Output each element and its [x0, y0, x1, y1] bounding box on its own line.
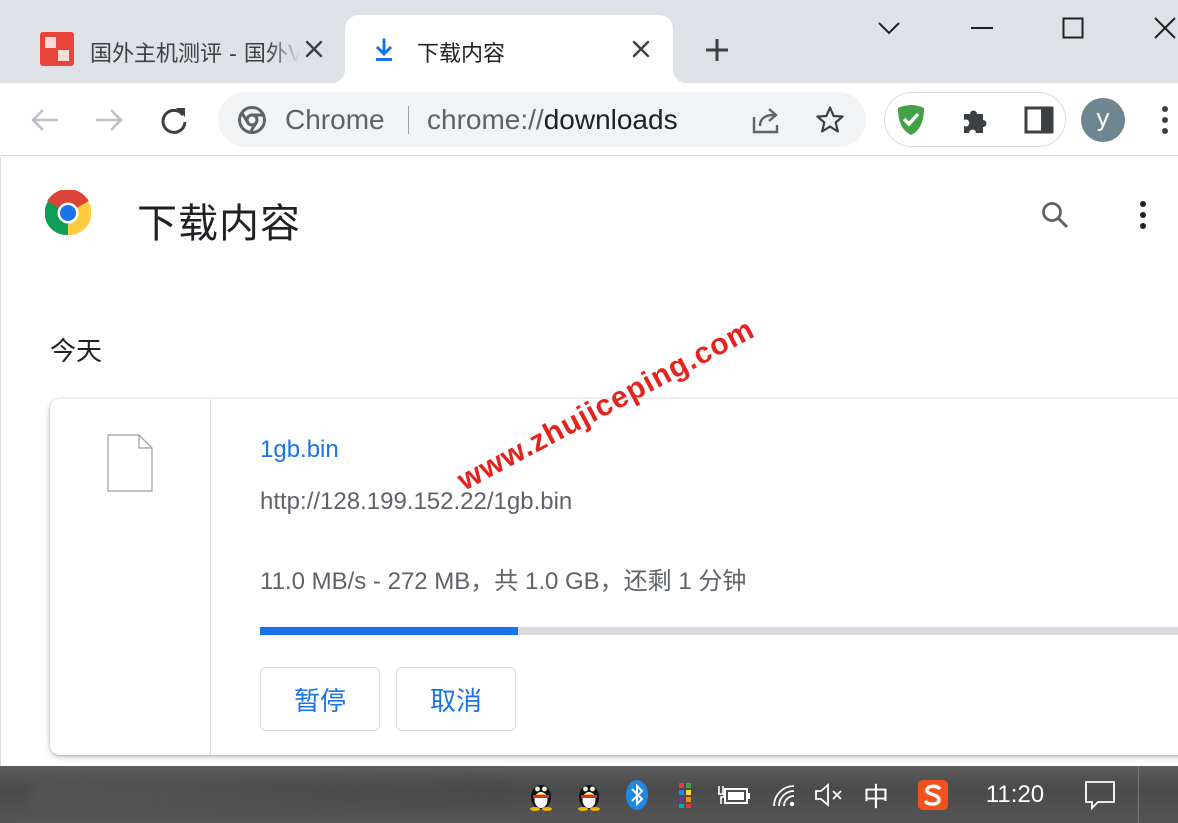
wifi-icon[interactable]	[768, 778, 802, 812]
share-icon[interactable]	[748, 103, 784, 137]
adguard-shield-icon[interactable]	[893, 103, 929, 137]
notification-center-icon[interactable]	[1082, 778, 1118, 812]
app-tray-icon[interactable]	[672, 778, 698, 812]
tab-downloads[interactable]: 下载内容	[331, 15, 687, 83]
profile-avatar[interactable]: y	[1081, 98, 1125, 142]
url-host: downloads	[543, 104, 678, 135]
side-panel-icon[interactable]	[1021, 103, 1057, 137]
file-name-link[interactable]: 1gb.bin	[260, 436, 339, 464]
back-arrow-icon[interactable]	[26, 101, 64, 139]
omnibox-chip-label: Chrome	[285, 104, 385, 135]
ime-indicator[interactable]: 中	[858, 778, 894, 813]
file-source-url[interactable]: http://128.199.152.22/1gb.bin	[260, 488, 572, 516]
page-title: 下载内容	[137, 201, 301, 247]
cancel-button[interactable]: 取消	[396, 667, 516, 731]
qq-penguin-icon[interactable]	[524, 778, 558, 812]
chevron-down-icon[interactable]	[869, 10, 909, 46]
taskbar-apps-blurred	[30, 780, 510, 808]
download-item-card: 1gb.bin http://128.199.152.22/1gb.bin 11…	[50, 399, 1178, 755]
close-icon[interactable]	[627, 35, 655, 63]
tab-title: 下载内容	[417, 42, 506, 67]
window-close-icon[interactable]	[1145, 10, 1178, 46]
downloads-page: 下载内容 今天 1gb.bin http://128.199.152.22/1g…	[0, 157, 1178, 766]
download-progress-bar	[260, 627, 1178, 635]
download-progress-fill	[260, 627, 519, 635]
volume-muted-icon[interactable]	[812, 778, 846, 812]
chrome-logo-icon	[238, 106, 266, 134]
omnibox[interactable]: Chrome chrome://downloads	[218, 92, 866, 147]
pause-button[interactable]: 暂停	[260, 667, 380, 731]
battery-charging-icon[interactable]	[716, 778, 752, 812]
bluetooth-icon[interactable]	[622, 778, 652, 812]
tab-zhujiceping[interactable]: 国外主机测评 - 国外VPS，	[18, 15, 338, 83]
forward-arrow-icon[interactable]	[90, 101, 128, 139]
kebab-menu-icon[interactable]	[1129, 195, 1157, 235]
new-tab-plus-icon[interactable]	[700, 33, 734, 67]
kebab-menu-icon[interactable]	[1152, 102, 1178, 138]
extensions-area	[884, 92, 1066, 147]
download-icon-column	[50, 399, 211, 755]
browser-toolbar: Chrome chrome://downloads y	[0, 83, 1178, 156]
site-favicon	[40, 32, 74, 66]
show-desktop-divider[interactable]	[1138, 766, 1139, 823]
search-icon[interactable]	[1035, 195, 1075, 235]
page-header: 下载内容	[1, 157, 1178, 272]
puzzle-piece-icon[interactable]	[957, 103, 993, 137]
windows-taskbar: 中 11:20	[0, 766, 1178, 823]
star-icon[interactable]	[812, 103, 848, 137]
address-bar-url[interactable]: chrome://downloads	[427, 104, 678, 136]
sogou-ime-icon[interactable]	[914, 778, 952, 812]
minimize-icon[interactable]	[962, 10, 1002, 46]
maximize-icon[interactable]	[1053, 10, 1093, 46]
tab-strip: 国外主机测评 - 国外VPS， 下载内容	[0, 0, 1178, 83]
reload-icon[interactable]	[155, 101, 193, 139]
qq-penguin-icon[interactable]	[572, 778, 606, 812]
tab-title: 国外主机测评 - 国外VPS，	[90, 42, 300, 67]
taskbar-clock[interactable]: 11:20	[980, 778, 1050, 812]
download-status: 11.0 MB/s - 272 MB，共 1.0 GB，还剩 1 分钟	[260, 568, 747, 595]
date-heading: 今天	[50, 337, 103, 367]
close-icon[interactable]	[300, 35, 328, 63]
url-scheme: chrome://	[427, 104, 544, 135]
omnibox-divider	[408, 106, 409, 134]
download-icon	[371, 37, 397, 63]
chrome-logo-icon	[44, 188, 92, 236]
file-icon	[107, 434, 153, 492]
